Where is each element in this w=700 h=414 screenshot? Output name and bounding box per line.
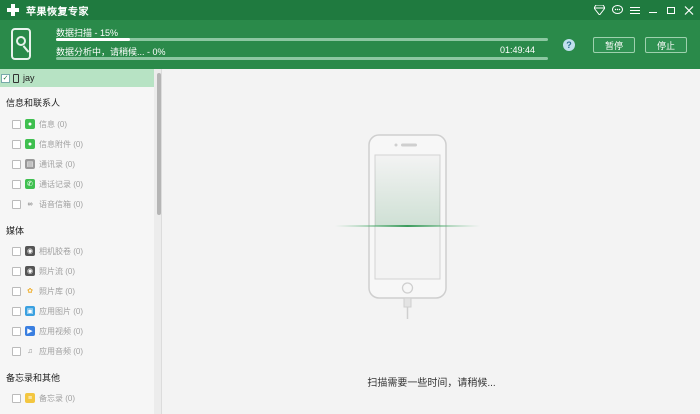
checkbox[interactable] bbox=[12, 286, 21, 296]
item-label: 相机胶卷 (0) bbox=[39, 246, 83, 256]
scan-progress-fill bbox=[56, 38, 130, 41]
checkbox[interactable] bbox=[12, 119, 21, 129]
device-name: jay bbox=[23, 73, 35, 83]
list-item-app-audio[interactable]: ♫ 应用音频 (0) bbox=[12, 344, 83, 358]
list-item-contacts[interactable]: ▤ 通讯录 (0) bbox=[12, 157, 75, 171]
item-label: 应用音频 (0) bbox=[39, 346, 83, 356]
scan-progress-header: 数据扫描 - 15% 数据分析中，请稍候... - 0% 01:49:44 ? … bbox=[0, 20, 700, 69]
messages-icon: ● bbox=[25, 119, 35, 129]
item-label: 应用图片 (0) bbox=[39, 306, 83, 316]
voicemail-icon: ∞ bbox=[27, 200, 33, 208]
window-controls bbox=[592, 0, 696, 20]
iphone-icon bbox=[13, 73, 19, 83]
main-panel: 扫描需要一些时间，请稍候... bbox=[163, 69, 700, 414]
title-bar: 苹果恢复专家 bbox=[0, 0, 700, 20]
item-label: 备忘录 (0) bbox=[39, 393, 75, 403]
list-item-app-videos[interactable]: ▶ 应用视频 (0) bbox=[12, 324, 83, 338]
restore-icon[interactable] bbox=[664, 3, 678, 17]
pause-button[interactable]: 暂停 bbox=[593, 37, 635, 53]
list-item-photo-library[interactable]: ✿ 照片库 (0) bbox=[12, 284, 75, 298]
list-item-call-history[interactable]: ✆ 通话记录 (0) bbox=[12, 177, 83, 191]
help-icon[interactable]: ? bbox=[563, 39, 575, 51]
device-row[interactable]: ✓ jay bbox=[0, 69, 154, 87]
checkbox[interactable] bbox=[12, 326, 21, 336]
checkbox[interactable] bbox=[12, 346, 21, 356]
scan-progress-bar bbox=[56, 38, 548, 41]
notes-icon: ≡ bbox=[25, 393, 35, 403]
category-sidebar: ✓ jay 信息和联系人 ● 信息 (0) ● 信息附件 (0) ▤ 通讯录 (… bbox=[0, 69, 162, 414]
checkbox[interactable] bbox=[12, 306, 21, 316]
photos-icon: ✿ bbox=[27, 287, 33, 295]
device-checkbox[interactable]: ✓ bbox=[1, 73, 10, 83]
iphone-scan-illustration bbox=[335, 134, 480, 319]
app-logo-icon bbox=[6, 3, 20, 17]
menu-icon[interactable] bbox=[628, 3, 642, 17]
item-label: 信息附件 (0) bbox=[39, 139, 83, 149]
checkbox[interactable] bbox=[12, 179, 21, 189]
app-video-icon: ▶ bbox=[25, 326, 35, 336]
item-label: 信息 (0) bbox=[39, 119, 67, 129]
phone-scan-icon bbox=[11, 28, 31, 60]
list-item-camera-roll[interactable]: ◉ 相机胶卷 (0) bbox=[12, 244, 83, 258]
section-title: 信息和联系人 bbox=[6, 98, 61, 108]
stop-button[interactable]: 停止 bbox=[645, 37, 687, 53]
chat-icon[interactable] bbox=[610, 3, 624, 17]
section-title: 备忘录和其他 bbox=[6, 373, 61, 383]
section-title: 媒体 bbox=[6, 226, 25, 236]
close-icon[interactable] bbox=[682, 3, 696, 17]
camera-icon: ◉ bbox=[25, 246, 35, 256]
analysis-progress-bar bbox=[56, 57, 548, 60]
app-window: 苹果恢复专家 数据扫描 - 15% 数据分析中，请稍候... - 0% 01:4… bbox=[0, 0, 700, 414]
list-item-voicemail[interactable]: ∞ 语音信箱 (0) bbox=[12, 197, 83, 211]
item-label: 照片库 (0) bbox=[39, 286, 75, 296]
list-item-messages[interactable]: ● 信息 (0) bbox=[12, 117, 67, 131]
item-label: 语音信箱 (0) bbox=[39, 199, 83, 209]
attachment-icon: ● bbox=[25, 139, 35, 149]
checkbox[interactable] bbox=[12, 393, 21, 403]
list-item-app-photos[interactable]: ▣ 应用图片 (0) bbox=[12, 304, 83, 318]
checkbox[interactable] bbox=[12, 199, 21, 209]
phone-icon: ✆ bbox=[25, 179, 35, 189]
list-item-photostream[interactable]: ◉ 照片流 (0) bbox=[12, 264, 75, 278]
app-photo-icon: ▣ bbox=[25, 306, 35, 316]
scan-wait-message: 扫描需要一些时间，请稍候... bbox=[367, 378, 496, 389]
checkbox[interactable] bbox=[12, 246, 21, 256]
checkbox[interactable] bbox=[12, 159, 21, 169]
sidebar-scrollbar-thumb[interactable] bbox=[157, 73, 161, 215]
checkbox[interactable] bbox=[12, 266, 21, 276]
elapsed-time: 01:49:44 bbox=[500, 45, 536, 55]
app-audio-icon: ♫ bbox=[27, 347, 33, 355]
minimize-icon[interactable] bbox=[646, 3, 660, 17]
list-item-notes[interactable]: ≡ 备忘录 (0) bbox=[12, 391, 75, 405]
checkbox[interactable] bbox=[12, 139, 21, 149]
list-item-attachments[interactable]: ● 信息附件 (0) bbox=[12, 137, 83, 151]
item-label: 照片流 (0) bbox=[39, 266, 75, 276]
item-label: 应用视频 (0) bbox=[39, 326, 83, 336]
contacts-icon: ▤ bbox=[25, 159, 35, 169]
item-label: 通话记录 (0) bbox=[39, 179, 83, 189]
photostream-icon: ◉ bbox=[25, 266, 35, 276]
item-label: 通讯录 (0) bbox=[39, 159, 75, 169]
diamond-icon[interactable] bbox=[592, 3, 606, 17]
app-title: 苹果恢复专家 bbox=[26, 6, 89, 18]
